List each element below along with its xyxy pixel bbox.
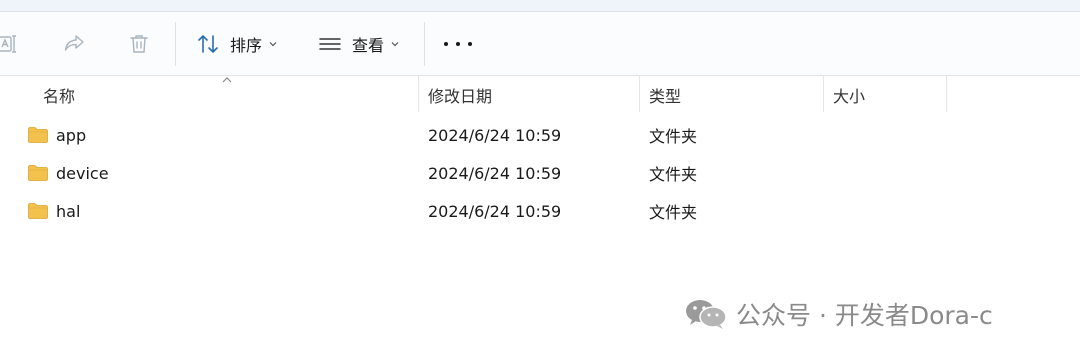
command-bar: 排序 查看: [0, 12, 1080, 76]
column-size-label: 大小: [833, 87, 866, 106]
window-top-strip: [0, 0, 1080, 12]
watermark-text: 公众号 · 开发者Dora-c: [736, 301, 993, 330]
column-divider[interactable]: [639, 76, 640, 112]
more-icon[interactable]: [444, 32, 472, 56]
list-item[interactable]: device 2024/6/24 10:59 文件夹: [0, 154, 1080, 192]
file-type: 文件夹: [649, 127, 698, 146]
column-divider[interactable]: [418, 76, 419, 112]
toolbar-separator: [424, 22, 425, 66]
column-name-label: 名称: [43, 87, 76, 106]
view-label: 查看: [352, 36, 385, 55]
file-type: 文件夹: [649, 165, 698, 184]
delete-icon[interactable]: [127, 32, 151, 56]
file-modified: 2024/6/24 10:59: [428, 163, 562, 183]
column-modified-label: 修改日期: [428, 87, 493, 106]
sort-button[interactable]: 排序: [196, 26, 278, 62]
column-size[interactable]: 大小: [833, 76, 865, 114]
toolbar-separator: [175, 22, 176, 66]
column-divider[interactable]: [823, 76, 824, 112]
wechat-icon: [686, 300, 727, 329]
column-divider[interactable]: [946, 76, 947, 112]
view-icon: [318, 32, 344, 56]
chevron-down-icon: [269, 42, 277, 47]
column-header-row: 名称 修改日期 类型 大小: [0, 76, 1080, 114]
share-icon[interactable]: [62, 32, 86, 56]
file-name: app: [56, 125, 87, 145]
chevron-down-icon: [391, 42, 399, 47]
folder-icon: [28, 203, 48, 219]
rename-icon[interactable]: [0, 32, 20, 56]
column-modified[interactable]: 修改日期: [428, 76, 492, 114]
file-modified: 2024/6/24 10:59: [428, 201, 562, 221]
file-name: device: [56, 163, 109, 183]
watermark: 公众号 · 开发者Dora-c: [684, 296, 993, 332]
folder-icon: [28, 165, 48, 181]
list-item[interactable]: app 2024/6/24 10:59 文件夹: [0, 116, 1080, 154]
sort-icon: [196, 32, 222, 56]
sort-ascending-icon: [222, 77, 232, 83]
column-name[interactable]: 名称: [43, 76, 75, 114]
folder-icon: [28, 127, 48, 143]
column-type-label: 类型: [649, 87, 682, 106]
sort-label: 排序: [230, 36, 263, 55]
file-explorer: 排序 查看 名称 修改日期 类型 大小 app 2024/6/24 10:59 …: [0, 0, 1080, 356]
file-modified: 2024/6/24 10:59: [428, 125, 562, 145]
file-name: hal: [56, 201, 81, 221]
file-type: 文件夹: [649, 203, 698, 222]
view-button[interactable]: 查看: [318, 26, 400, 62]
column-type[interactable]: 类型: [649, 76, 681, 114]
list-item[interactable]: hal 2024/6/24 10:59 文件夹: [0, 192, 1080, 230]
